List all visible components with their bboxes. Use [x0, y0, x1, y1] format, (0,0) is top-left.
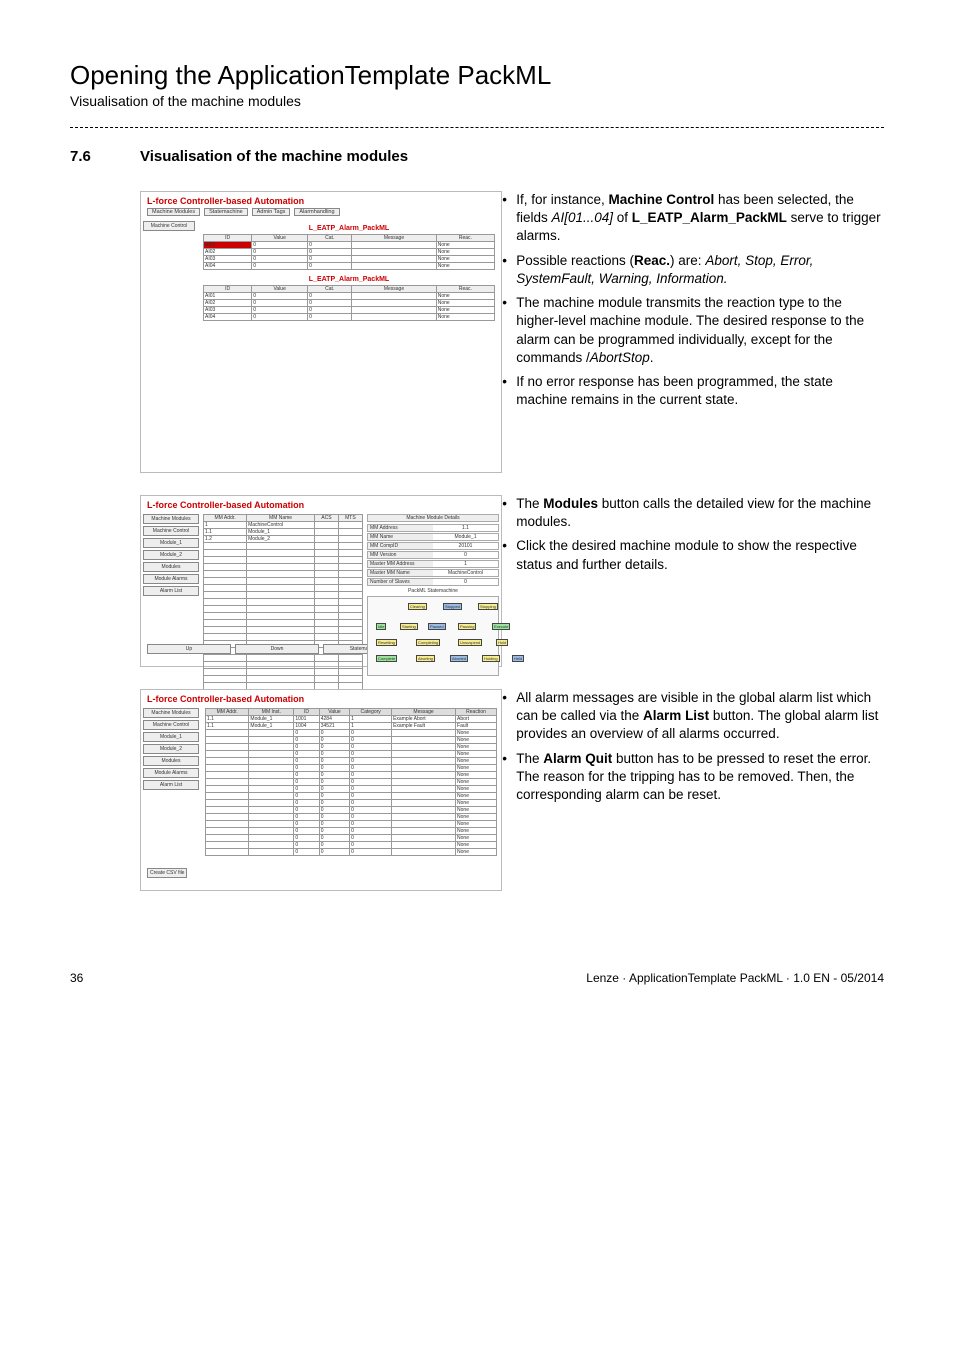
kv-row: Master MM NameMachineControl	[367, 569, 499, 577]
kv-row: MM Address1.1	[367, 524, 499, 532]
btn-up[interactable]: Up	[147, 644, 231, 654]
bullet-item: The machine module transmits the reactio…	[502, 294, 884, 367]
screenshot-alarm-packml: L-force Controller-based Automation Mach…	[140, 191, 502, 473]
tab-alarmhandling[interactable]: Alarmhandling	[294, 208, 339, 216]
separator	[70, 127, 884, 128]
kv-row: Number of Slaves0	[367, 578, 499, 586]
side-btn-machine-control[interactable]: Machine Control	[143, 221, 195, 231]
side-btn-machine-control[interactable]: Machine Control	[143, 526, 199, 536]
alarm-section-title-2: L_EATP_Alarm_PackML	[203, 276, 495, 283]
side-btn-modules[interactable]: Modules	[143, 756, 199, 766]
section-number: 7.6	[70, 148, 140, 165]
side-btn-alarm-list[interactable]: Alarm List	[143, 780, 199, 790]
side-btn-module-2[interactable]: Module_2	[143, 744, 199, 754]
side-btn-module-alarms[interactable]: Module Alarms	[143, 574, 199, 584]
tab-machine-modules[interactable]: Machine Modules	[147, 208, 200, 216]
side-btn-module-1[interactable]: Module_1	[143, 538, 199, 548]
bullet-item: All alarm messages are visible in the gl…	[502, 689, 884, 744]
side-btn-module-1[interactable]: Module_1	[143, 732, 199, 742]
brand-text: L-force Controller-based Automation	[141, 192, 501, 208]
btn-down[interactable]: Down	[235, 644, 319, 654]
bullet-item: Possible reactions (Reac.) are: Abort, S…	[502, 252, 884, 288]
packml-title: PackML Statemachine	[367, 588, 499, 594]
bullet-item: If no error response has been programmed…	[502, 373, 884, 409]
packml-state-diagram: Clearing Stopped Stopping Idle Starting …	[367, 596, 499, 676]
kv-row: MM Version0	[367, 551, 499, 559]
create-csv-button[interactable]: Create CSV file	[147, 868, 187, 878]
brand-text: L-force Controller-based Automation	[141, 496, 501, 512]
screenshot-alarm-list: L-force Controller-based Automation Mach…	[140, 689, 502, 891]
alarm-section-title: L_EATP_Alarm_PackML	[203, 225, 495, 232]
bullet-list-3: All alarm messages are visible in the gl…	[502, 689, 884, 804]
bullet-item: The Alarm Quit button has to be pressed …	[502, 750, 884, 805]
side-btn-machine-modules[interactable]: Machine Modules	[143, 514, 199, 524]
page-title: Opening the ApplicationTemplate PackML	[70, 60, 884, 91]
section-title: Visualisation of the machine modules	[140, 148, 408, 165]
screenshot-module-details: L-force Controller-based Automation Mach…	[140, 495, 502, 667]
details-title: Machine Module Details	[367, 514, 499, 522]
page-number: 36	[70, 971, 83, 985]
bullet-item: If, for instance, Machine Control has be…	[502, 191, 884, 246]
brand-text: L-force Controller-based Automation	[141, 690, 501, 706]
bullet-item: Click the desired machine module to show…	[502, 537, 884, 573]
kv-row: MM CompID20101	[367, 542, 499, 550]
bullet-item: The Modules button calls the detailed vi…	[502, 495, 884, 531]
page-subtitle: Visualisation of the machine modules	[70, 93, 884, 109]
side-btn-modules[interactable]: Modules	[143, 562, 199, 572]
footer-right: Lenze · ApplicationTemplate PackML · 1.0…	[586, 971, 884, 985]
kv-row: MM NameModule_1	[367, 533, 499, 541]
side-btn-module-alarms[interactable]: Module Alarms	[143, 768, 199, 778]
side-btn-alarm-list[interactable]: Alarm List	[143, 586, 199, 596]
bullet-list-1: If, for instance, Machine Control has be…	[502, 191, 884, 409]
side-btn-module-2[interactable]: Module_2	[143, 550, 199, 560]
side-btn-machine-control[interactable]: Machine Control	[143, 720, 199, 730]
tab-admin-tags[interactable]: Admin Tags	[252, 208, 291, 216]
bullet-list-2: The Modules button calls the detailed vi…	[502, 495, 884, 574]
side-btn-machine-modules[interactable]: Machine Modules	[143, 708, 199, 718]
tab-statemachine[interactable]: Statemachine	[204, 208, 248, 216]
kv-row: Master MM Address1	[367, 560, 499, 568]
